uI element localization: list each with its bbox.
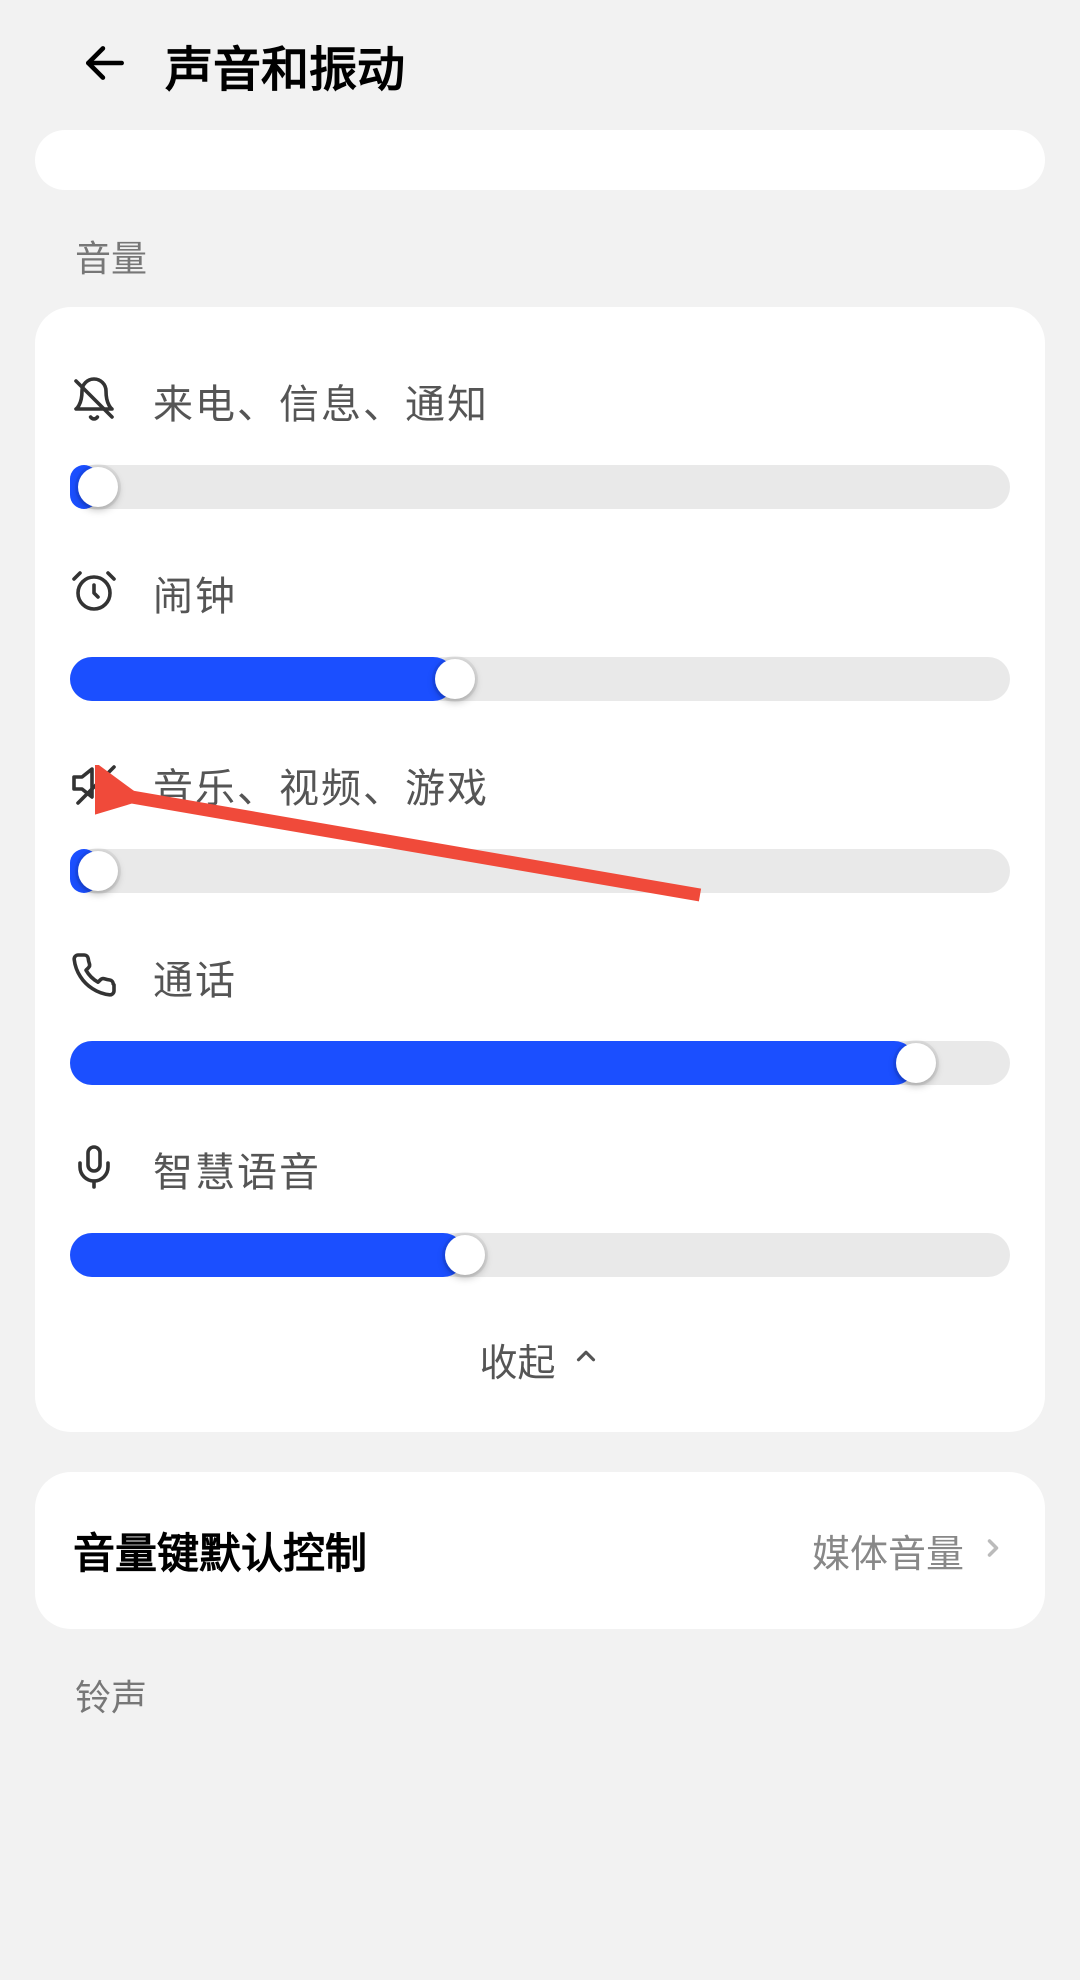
slider-alarm[interactable] <box>70 657 1010 701</box>
previous-card-clip <box>35 130 1045 190</box>
slider-block-voice: 智慧语音 <box>70 1085 1010 1277</box>
back-icon[interactable] <box>80 38 130 93</box>
volume-key-card: 音量键默认控制 媒体音量 <box>35 1472 1045 1629</box>
slider-call[interactable] <box>70 1041 1010 1085</box>
slider-label-alarm: 闹钟 <box>153 564 237 622</box>
collapse-label: 收起 <box>479 1332 555 1387</box>
volume-card: 来电、信息、通知 闹钟 音乐、视频、游戏 <box>35 307 1045 1432</box>
slider-voice[interactable] <box>70 1233 1010 1277</box>
alarm-icon <box>70 567 118 620</box>
chevron-right-icon <box>979 1534 1007 1567</box>
bell-off-icon <box>70 375 118 428</box>
page-title: 声音和振动 <box>165 30 405 100</box>
header-bar: 声音和振动 <box>0 0 1080 130</box>
list-item-label: 音量键默认控制 <box>73 1520 367 1581</box>
list-item-value: 媒体音量 <box>812 1523 964 1578</box>
slider-ringtone[interactable] <box>70 465 1010 509</box>
section-label-volume: 音量 <box>0 190 1080 307</box>
speaker-mute-icon <box>70 759 118 812</box>
list-item-volume-key[interactable]: 音量键默认控制 媒体音量 <box>35 1472 1045 1629</box>
slider-label-ringtone: 来电、信息、通知 <box>153 372 489 430</box>
collapse-button[interactable]: 收起 <box>70 1277 1010 1397</box>
slider-label-voice: 智慧语音 <box>153 1140 321 1198</box>
slider-block-media: 音乐、视频、游戏 <box>70 701 1010 893</box>
chevron-up-icon <box>571 1338 601 1381</box>
slider-block-ringtone: 来电、信息、通知 <box>70 317 1010 509</box>
slider-label-media: 音乐、视频、游戏 <box>153 756 489 814</box>
microphone-icon <box>70 1143 118 1196</box>
section-label-ringtone: 铃声 <box>0 1629 1080 1746</box>
slider-media[interactable] <box>70 849 1010 893</box>
phone-icon <box>70 951 118 1004</box>
slider-label-call: 通话 <box>153 948 237 1006</box>
slider-block-call: 通话 <box>70 893 1010 1085</box>
slider-block-alarm: 闹钟 <box>70 509 1010 701</box>
